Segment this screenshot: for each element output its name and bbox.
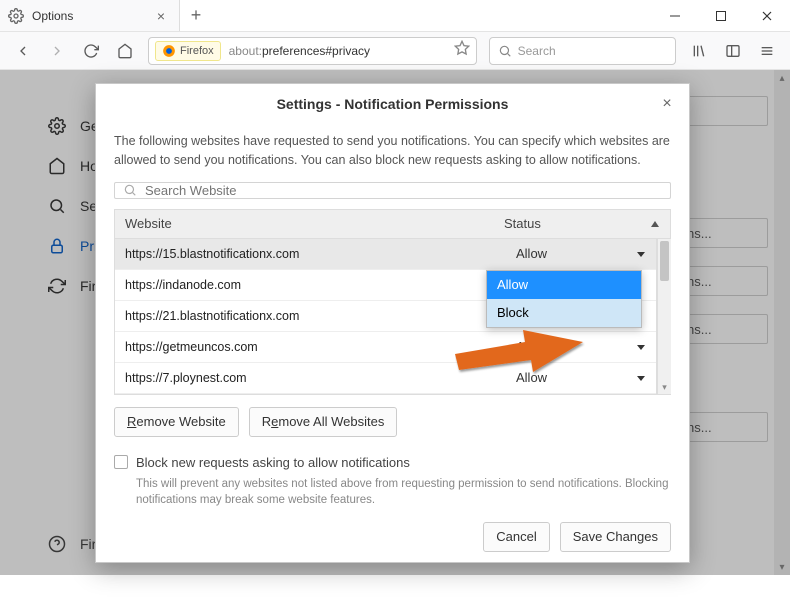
dropdown-option-allow[interactable]: Allow <box>487 271 641 299</box>
tab-title: Options <box>32 9 153 23</box>
table-row[interactable]: https://15.blastnotificationx.com Allow <box>115 239 656 270</box>
close-window-button[interactable] <box>744 0 790 31</box>
status-dropdown[interactable]: Allow <box>506 246 656 261</box>
cell-website: https://7.ploynest.com <box>115 371 506 385</box>
status-dropdown[interactable]: Allow <box>506 339 656 354</box>
website-search-input[interactable] <box>114 182 671 199</box>
menu-button[interactable] <box>752 36 782 66</box>
reload-button[interactable] <box>76 36 106 66</box>
checkbox-icon[interactable] <box>114 455 128 469</box>
column-status[interactable]: Status <box>494 216 670 231</box>
status-dropdown-menu: Allow Block <box>486 270 642 328</box>
checkbox-description: This will prevent any websites not liste… <box>136 476 671 508</box>
table-scrollbar[interactable]: ▴ ▾ <box>657 239 671 394</box>
table-row[interactable]: https://getmeuncos.com Allow <box>115 332 656 363</box>
scroll-down-icon[interactable]: ▾ <box>658 382 671 394</box>
library-button[interactable] <box>684 36 714 66</box>
maximize-button[interactable] <box>698 0 744 31</box>
new-tab-button[interactable]: + <box>180 0 212 31</box>
dialog-title: Settings - Notification Permissions <box>110 96 675 112</box>
save-changes-button[interactable]: Save Changes <box>560 522 671 552</box>
bookmark-star-icon[interactable] <box>454 40 470 61</box>
remove-all-websites-button[interactable]: Remove All Websites <box>249 407 398 437</box>
identity-badge[interactable]: Firefox <box>155 41 221 61</box>
search-placeholder: Search <box>518 44 556 58</box>
back-button[interactable] <box>8 36 38 66</box>
window-controls <box>652 0 790 31</box>
chevron-down-icon <box>636 342 646 352</box>
url-text: about:preferences#privacy <box>229 44 454 58</box>
search-bar[interactable]: Search <box>489 37 676 65</box>
search-icon <box>123 183 137 197</box>
status-dropdown[interactable]: Allow <box>506 370 656 385</box>
gear-icon <box>8 8 24 24</box>
forward-button[interactable] <box>42 36 72 66</box>
titlebar: Options × + <box>0 0 790 32</box>
table-header: Website Status <box>114 209 671 239</box>
notification-permissions-dialog: Settings - Notification Permissions × Th… <box>95 83 690 563</box>
dialog-description: The following websites have requested to… <box>96 122 689 182</box>
block-requests-checkbox[interactable]: Block new requests asking to allow notif… <box>114 455 671 470</box>
cell-website: https://indanode.com <box>115 278 506 292</box>
chevron-down-icon <box>636 373 646 383</box>
cell-website: https://getmeuncos.com <box>115 340 506 354</box>
content-area: Ge Ho Se Priv Fire Fire ns... ns... ns..… <box>0 70 790 575</box>
table-row[interactable]: https://7.ploynest.com Allow <box>115 363 656 394</box>
firefox-icon <box>162 44 176 58</box>
table-body: https://15.blastnotificationx.com Allow … <box>114 239 657 394</box>
dialog-close-button[interactable]: × <box>657 94 677 114</box>
sort-up-icon <box>650 219 660 229</box>
dropdown-option-block[interactable]: Block <box>487 299 641 327</box>
toolbar: Firefox about:preferences#privacy Search <box>0 32 790 70</box>
checkbox-label: Block new requests asking to allow notif… <box>136 455 410 470</box>
cell-website: https://21.blastnotificationx.com <box>115 309 506 323</box>
scroll-thumb[interactable] <box>660 241 669 281</box>
search-icon <box>498 44 512 58</box>
remove-website-button[interactable]: Remove Website <box>114 407 239 437</box>
column-website[interactable]: Website <box>115 216 494 231</box>
search-field[interactable] <box>145 183 662 198</box>
close-tab-icon[interactable]: × <box>153 8 169 24</box>
identity-label: Firefox <box>180 45 214 57</box>
permissions-table: Website Status https://15.blastnotificat… <box>114 209 671 395</box>
home-button[interactable] <box>110 36 140 66</box>
cancel-button[interactable]: Cancel <box>483 522 549 552</box>
sidebar-button[interactable] <box>718 36 748 66</box>
cell-website: https://15.blastnotificationx.com <box>115 247 506 261</box>
chevron-down-icon <box>636 249 646 259</box>
browser-tab[interactable]: Options × <box>0 0 180 31</box>
url-bar[interactable]: Firefox about:preferences#privacy <box>148 37 477 65</box>
minimize-button[interactable] <box>652 0 698 31</box>
